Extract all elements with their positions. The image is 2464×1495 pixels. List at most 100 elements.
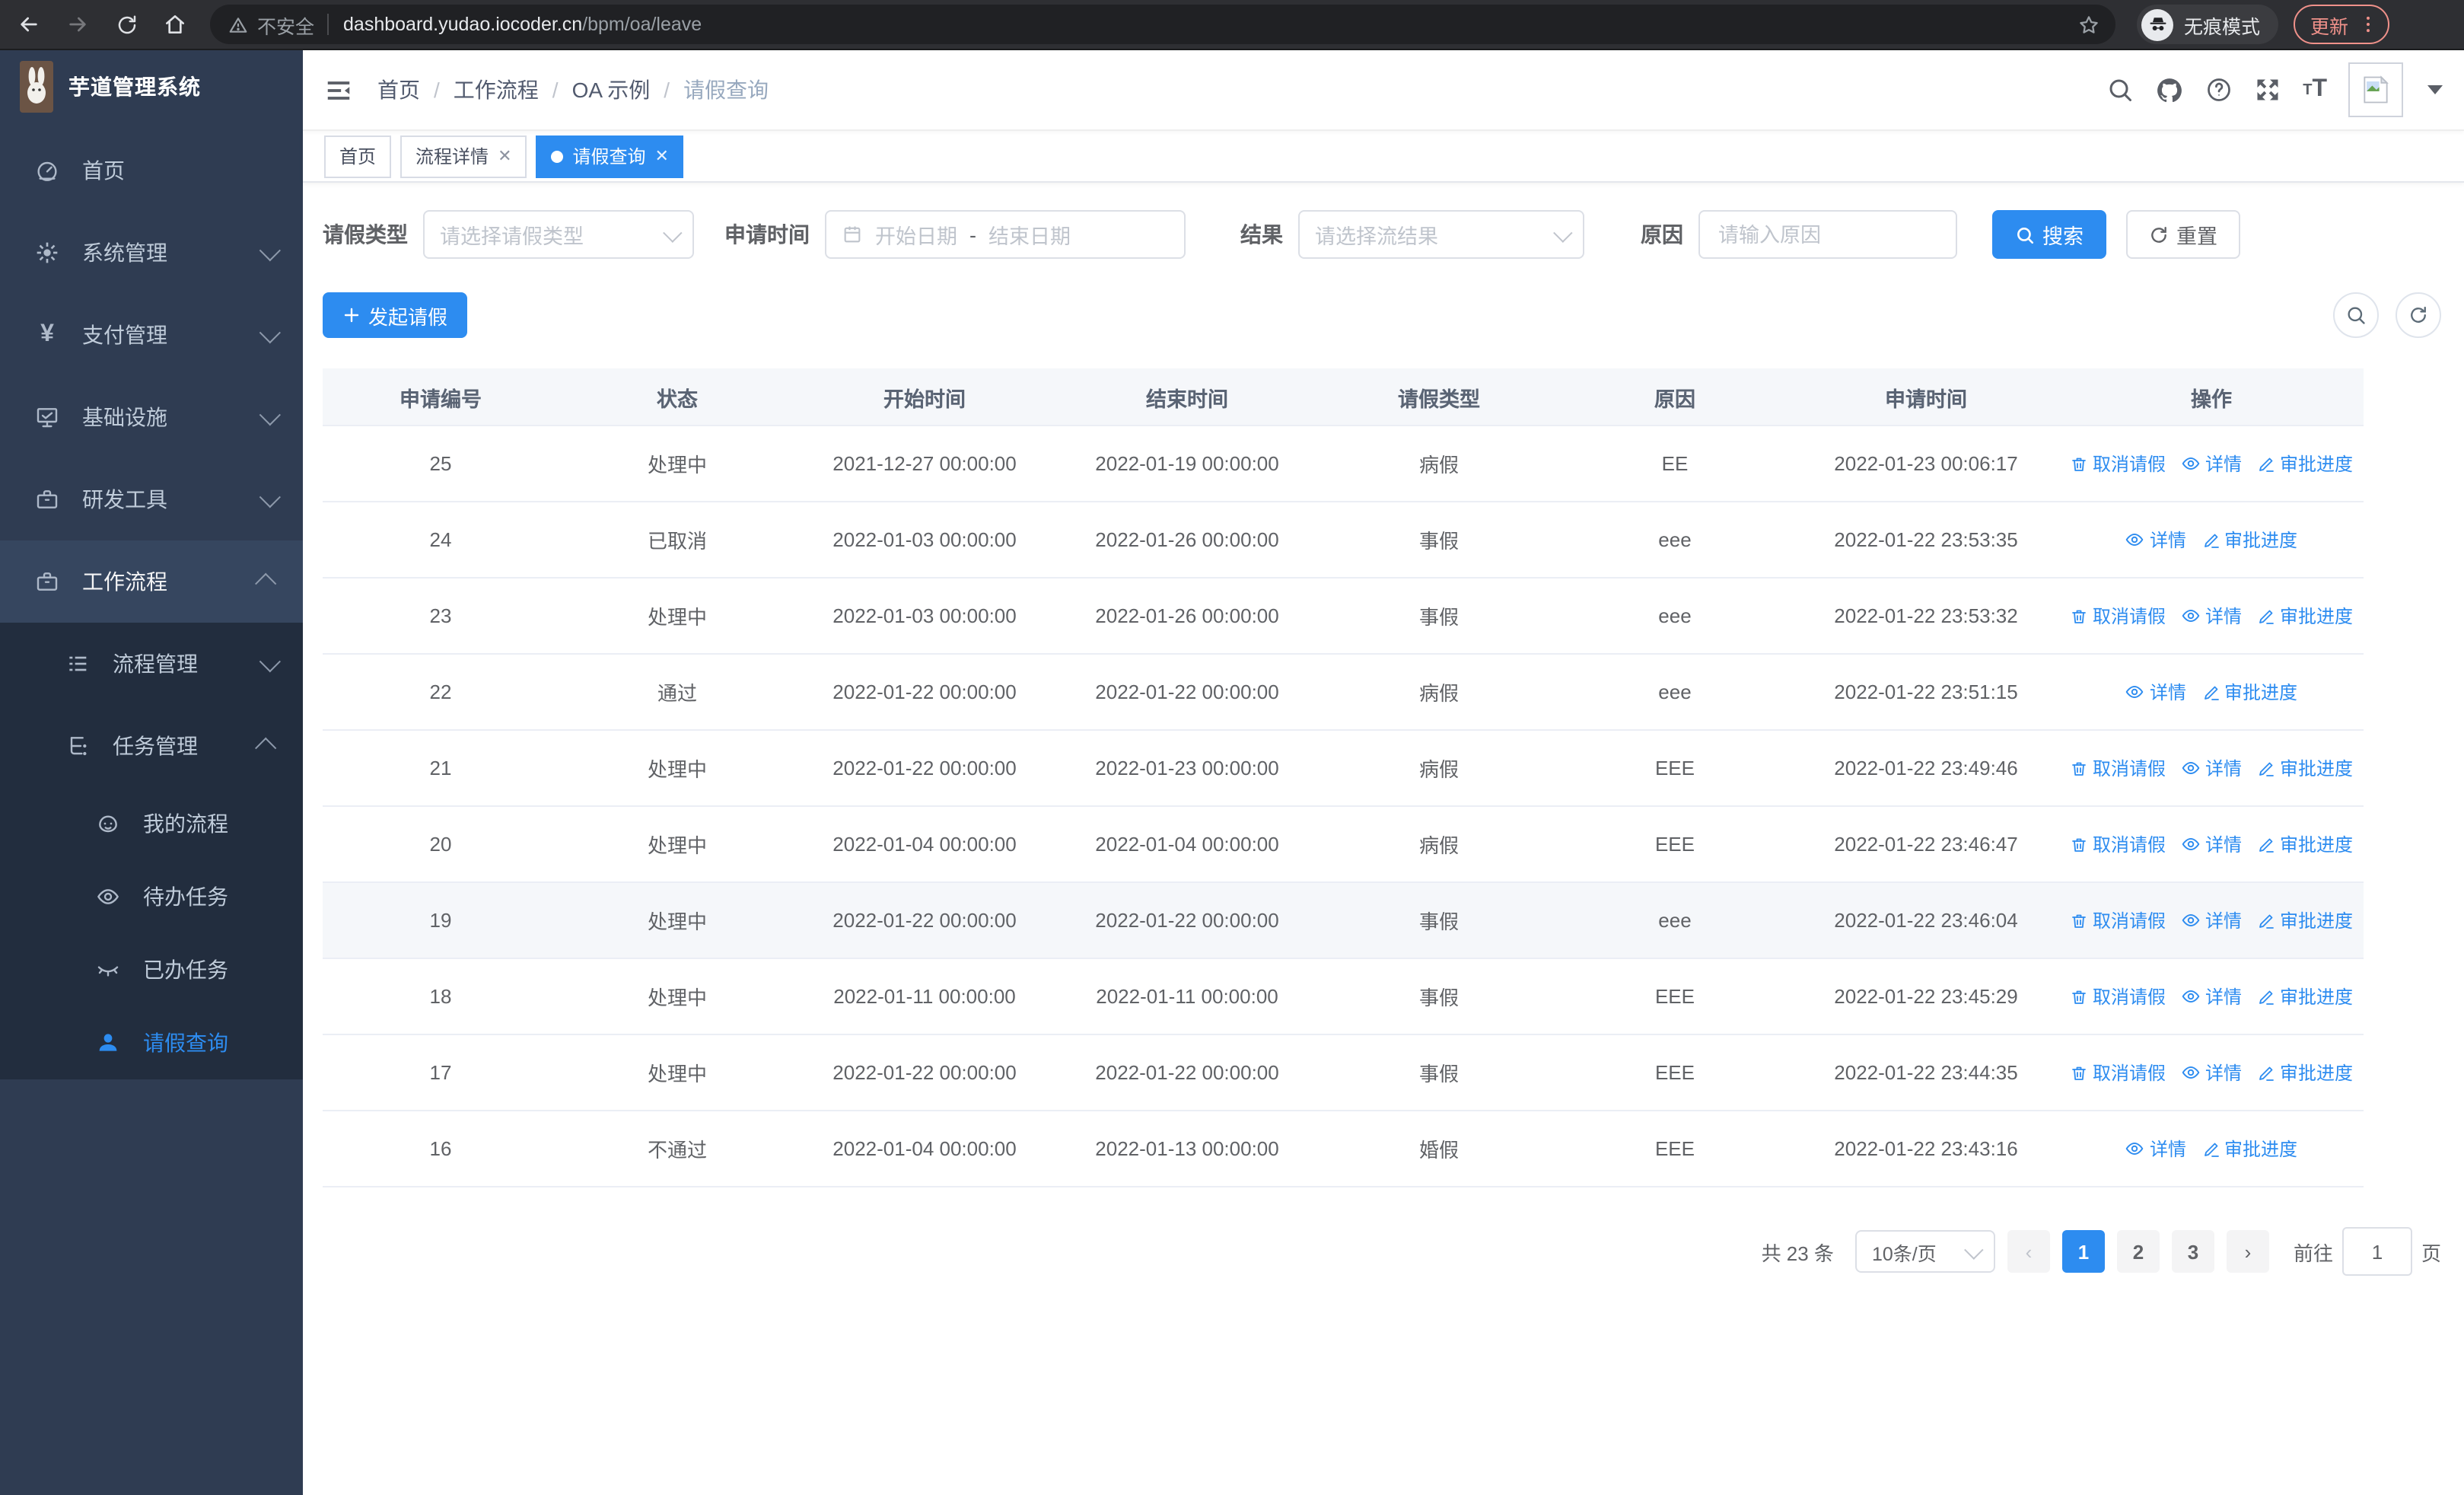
hamburger-icon[interactable]	[324, 75, 353, 104]
page-button-3[interactable]: 3	[2171, 1230, 2214, 1273]
breadcrumb-item: 请假查询	[683, 78, 769, 102]
avatar-caret-icon[interactable]	[2427, 85, 2443, 94]
home-icon[interactable]	[155, 5, 195, 44]
action-审批进度[interactable]: 审批进度	[2257, 755, 2353, 781]
sidebar-item-待办任务[interactable]: 待办任务	[0, 860, 303, 933]
search-button[interactable]: 搜索	[1992, 210, 2106, 259]
action-审批进度[interactable]: 审批进度	[2257, 1060, 2353, 1085]
action-审批进度[interactable]: 审批进度	[2257, 983, 2353, 1009]
forward-icon[interactable]	[58, 5, 97, 44]
cell-type: 病假	[1321, 730, 1557, 807]
tab-首页[interactable]: 首页	[324, 135, 392, 177]
action-详情[interactable]: 详情	[2125, 679, 2186, 705]
action-详情[interactable]: 详情	[2125, 1136, 2186, 1162]
back-icon[interactable]	[9, 5, 49, 44]
action-取消请假[interactable]: 取消请假	[2070, 983, 2166, 1009]
breadcrumb-separator: /	[552, 78, 559, 102]
sidebar-item-工作流程[interactable]: 工作流程	[0, 540, 303, 623]
cell-id: 25	[323, 426, 559, 502]
action-详情[interactable]: 详情	[2181, 907, 2242, 933]
tab-流程详情[interactable]: 流程详情 ✕	[400, 135, 527, 177]
search-icon[interactable]	[2106, 76, 2134, 104]
cell-end: 2022-01-11 00:00:00	[1053, 958, 1321, 1035]
create-leave-button[interactable]: 发起请假	[323, 292, 468, 338]
action-审批进度[interactable]: 审批进度	[2257, 603, 2353, 629]
browser-update-button[interactable]: 更新	[2294, 5, 2390, 44]
action-取消请假[interactable]: 取消请假	[2070, 907, 2166, 933]
trash-icon	[2070, 1063, 2088, 1082]
page-button-1[interactable]: 1	[2061, 1230, 2105, 1273]
action-详情[interactable]: 详情	[2181, 451, 2242, 477]
page-size-select[interactable]: 10条/页	[1854, 1230, 1995, 1273]
sidebar-item-已办任务[interactable]: 已办任务	[0, 933, 303, 1006]
page-button-2[interactable]: 2	[2116, 1230, 2160, 1273]
action-审批进度[interactable]: 审批进度	[2201, 679, 2297, 705]
action-审批进度[interactable]: 审批进度	[2201, 527, 2297, 553]
sidebar-item-任务管理[interactable]: 任务管理	[0, 705, 303, 787]
sidebar-item-我的流程[interactable]: 我的流程	[0, 787, 303, 860]
action-审批进度[interactable]: 审批进度	[2257, 907, 2353, 933]
action-取消请假[interactable]: 取消请假	[2070, 1060, 2166, 1085]
action-审批进度[interactable]: 审批进度	[2257, 831, 2353, 857]
sidebar-item-流程管理[interactable]: 流程管理	[0, 623, 303, 705]
sidebar-item-系统管理[interactable]: 系统管理	[0, 212, 303, 294]
date-start-placeholder[interactable]: 开始日期	[875, 219, 957, 250]
cell-reason: EE	[1557, 426, 1793, 502]
reason-input[interactable]	[1715, 222, 1940, 247]
sidebar-item-支付管理[interactable]: ¥ 支付管理	[0, 294, 303, 376]
leave-type-select[interactable]: 请选择请假类型	[423, 210, 694, 259]
breadcrumb-item[interactable]: OA 示例	[572, 75, 651, 105]
avatar[interactable]	[2348, 62, 2403, 117]
reset-button[interactable]: 重置	[2126, 210, 2240, 259]
cell-actions: 取消请假 详情 审批进度	[2059, 426, 2364, 502]
result-select[interactable]: 请选择流结果	[1298, 210, 1584, 259]
action-详情[interactable]: 详情	[2181, 1060, 2242, 1085]
table-refresh-button[interactable]	[2396, 292, 2441, 338]
cell-start: 2022-01-03 00:00:00	[796, 578, 1053, 655]
action-取消请假[interactable]: 取消请假	[2070, 831, 2166, 857]
fullscreen-icon[interactable]	[2254, 76, 2281, 104]
action-详情[interactable]: 详情	[2181, 603, 2242, 629]
breadcrumb-item[interactable]: 工作流程	[454, 75, 539, 105]
cell-end: 2022-01-22 00:00:00	[1053, 882, 1321, 959]
table-search-button[interactable]	[2333, 292, 2379, 338]
breadcrumb-item[interactable]: 首页	[377, 75, 420, 105]
table-row: 19 处理中 2022-01-22 00:00:00 2022-01-22 00:00…	[323, 882, 2364, 959]
view-icon	[2181, 758, 2201, 778]
address-bar[interactable]: 不安全 dashboard.yudao.iocoder.cn /bpm/oa/l…	[210, 5, 2115, 44]
bookmark-star-icon[interactable]	[2077, 13, 2100, 36]
tab-请假查询[interactable]: 请假查询 ✕	[536, 135, 684, 177]
update-label[interactable]: 更新	[2310, 10, 2348, 39]
prev-page-button[interactable]: ‹	[2007, 1230, 2050, 1273]
table-header-row: 申请编号 状态 开始时间 结束时间 请假类型 原因 申请时间 操作	[323, 368, 2364, 426]
close-icon[interactable]: ✕	[655, 146, 669, 166]
security-label[interactable]: 不安全	[257, 10, 314, 39]
action-取消请假[interactable]: 取消请假	[2070, 451, 2166, 477]
action-详情[interactable]: 详情	[2181, 983, 2242, 1009]
action-取消请假[interactable]: 取消请假	[2070, 603, 2166, 629]
cell-reason: eee	[1557, 654, 1793, 731]
cell-start: 2022-01-04 00:00:00	[796, 806, 1053, 883]
apply-time-range[interactable]: 开始日期 - 结束日期	[825, 210, 1186, 259]
sidebar-item-基础设施[interactable]: 基础设施	[0, 376, 303, 458]
action-审批进度[interactable]: 审批进度	[2201, 1136, 2297, 1162]
reload-icon[interactable]	[107, 5, 146, 44]
action-详情[interactable]: 详情	[2125, 527, 2186, 553]
sidebar-item-首页[interactable]: 首页	[0, 129, 303, 212]
sidebar-item-研发工具[interactable]: 研发工具	[0, 458, 303, 540]
goto-page-input[interactable]	[2341, 1227, 2412, 1276]
sidebar-item-请假查询[interactable]: 请假查询	[0, 1006, 303, 1079]
date-end-placeholder[interactable]: 结束日期	[988, 219, 1071, 250]
fontsize-icon[interactable]: TT	[2303, 76, 2327, 104]
kebab-menu-icon[interactable]	[2357, 14, 2379, 35]
help-icon[interactable]	[2205, 76, 2233, 104]
action-详情[interactable]: 详情	[2181, 831, 2242, 857]
robot-icon	[94, 811, 122, 836]
action-审批进度[interactable]: 审批进度	[2257, 451, 2353, 477]
column-header-申请时间: 申请时间	[1793, 368, 2059, 426]
next-page-button[interactable]: ›	[2226, 1230, 2269, 1273]
action-详情[interactable]: 详情	[2181, 755, 2242, 781]
action-取消请假[interactable]: 取消请假	[2070, 755, 2166, 781]
close-icon[interactable]: ✕	[498, 146, 511, 166]
github-icon[interactable]	[2155, 75, 2184, 104]
